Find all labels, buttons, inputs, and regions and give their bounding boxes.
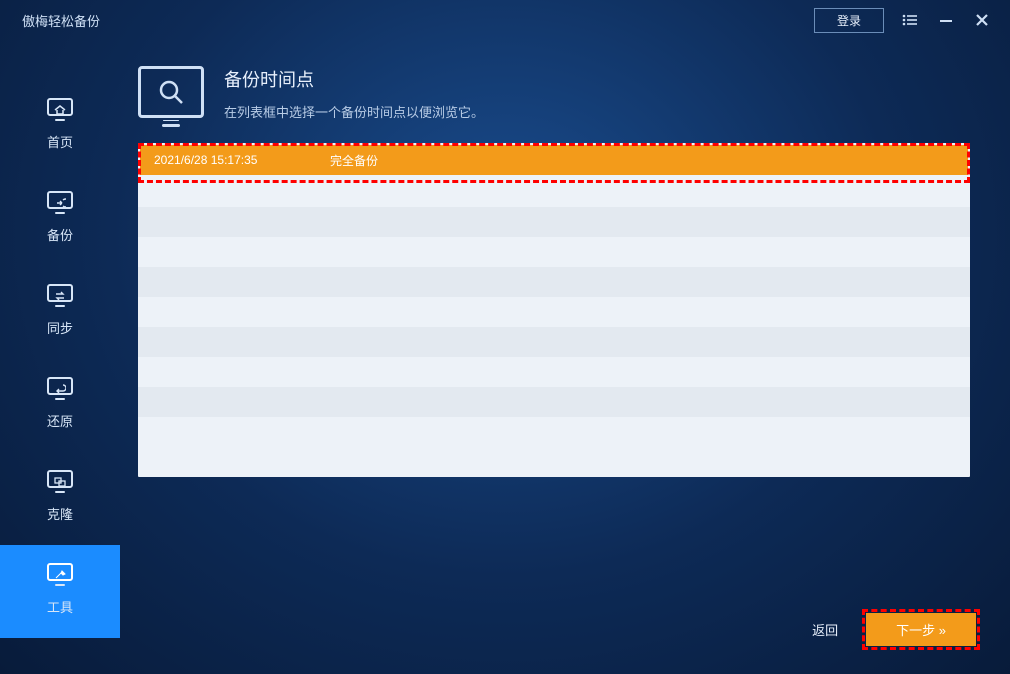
- sidebar-item-tools[interactable]: 工具: [0, 545, 120, 638]
- list-row[interactable]: [138, 327, 970, 357]
- sidebar-item-backup[interactable]: 备份: [0, 173, 120, 266]
- next-highlight: 下一步 »: [862, 609, 980, 650]
- list-row[interactable]: [138, 267, 970, 297]
- main-panel: 备份时间点 在列表框中选择一个备份时间点以便浏览它。 2021/6/28 15:…: [120, 40, 1010, 674]
- list-row[interactable]: [138, 357, 970, 387]
- search-monitor-icon: [138, 66, 204, 118]
- sidebar-item-clone[interactable]: 克隆: [0, 452, 120, 545]
- sidebar-item-label: 工具: [47, 597, 73, 616]
- page-header: 备份时间点 在列表框中选择一个备份时间点以便浏览它。: [138, 66, 970, 121]
- clone-icon: [45, 470, 75, 496]
- backup-listbox[interactable]: 2021/6/28 15:17:35 完全备份: [138, 143, 970, 477]
- page-subtitle: 在列表框中选择一个备份时间点以便浏览它。: [224, 102, 484, 121]
- page-title: 备份时间点: [224, 66, 484, 92]
- list-row[interactable]: [138, 177, 970, 207]
- back-button[interactable]: 返回: [812, 620, 838, 639]
- page-header-text: 备份时间点 在列表框中选择一个备份时间点以便浏览它。: [224, 66, 484, 121]
- home-icon: [45, 98, 75, 124]
- login-button[interactable]: 登录: [814, 8, 884, 33]
- minimize-icon[interactable]: [936, 10, 956, 30]
- list-row[interactable]: [138, 387, 970, 417]
- content: 首页 备份 同步 还原 克隆 工具 备份时间点: [0, 40, 1010, 674]
- sidebar-item-home[interactable]: 首页: [0, 80, 120, 173]
- list-row[interactable]: [138, 417, 970, 447]
- sidebar-item-label: 克隆: [47, 504, 73, 523]
- sidebar-item-label: 同步: [47, 318, 73, 337]
- sidebar-item-sync[interactable]: 同步: [0, 266, 120, 359]
- sidebar: 首页 备份 同步 还原 克隆 工具: [0, 40, 120, 674]
- list-row[interactable]: [138, 297, 970, 327]
- footer: 返回 下一步 »: [812, 609, 980, 650]
- sidebar-item-label: 还原: [47, 411, 73, 430]
- titlebar: 傲梅轻松备份 登录: [0, 0, 1010, 40]
- sidebar-item-label: 备份: [47, 225, 73, 244]
- row-time: 2021/6/28 15:17:35: [154, 153, 330, 167]
- restore-icon: [45, 377, 75, 403]
- backup-icon: [45, 191, 75, 217]
- list-row[interactable]: [138, 207, 970, 237]
- tools-icon: [45, 563, 75, 589]
- close-icon[interactable]: [972, 10, 992, 30]
- list-row[interactable]: [138, 237, 970, 267]
- sync-icon: [45, 284, 75, 310]
- sidebar-item-restore[interactable]: 还原: [0, 359, 120, 452]
- titlebar-controls: 登录: [814, 8, 992, 33]
- sidebar-item-label: 首页: [47, 132, 73, 151]
- next-button[interactable]: 下一步 »: [866, 613, 976, 646]
- app-title: 傲梅轻松备份: [18, 11, 100, 30]
- row-type: 完全备份: [330, 152, 954, 169]
- list-row[interactable]: 2021/6/28 15:17:35 完全备份: [140, 145, 968, 175]
- menu-list-icon[interactable]: [900, 10, 920, 30]
